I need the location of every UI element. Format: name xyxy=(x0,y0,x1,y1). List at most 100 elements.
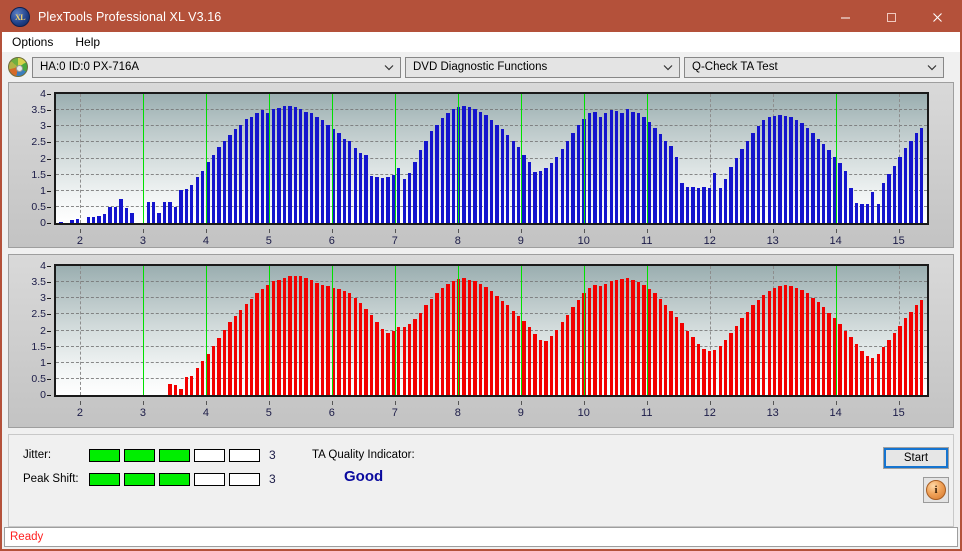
bar xyxy=(478,111,483,223)
bar xyxy=(751,133,755,223)
meter-segment xyxy=(159,472,190,486)
maximize-icon[interactable] xyxy=(868,2,914,32)
y-axis-tick xyxy=(47,142,51,144)
bar xyxy=(604,113,608,223)
bar xyxy=(451,109,455,223)
app-window: XL PlexTools Professional XL V3.16 Optio… xyxy=(0,0,962,551)
bar xyxy=(658,134,662,223)
test-select[interactable]: Q-Check TA Test xyxy=(684,56,944,78)
jitter-plot xyxy=(54,92,929,225)
bar xyxy=(674,316,679,395)
x-axis-tick xyxy=(898,229,900,233)
bar xyxy=(413,161,417,223)
start-button[interactable]: Start xyxy=(883,447,949,469)
bar xyxy=(544,340,548,395)
speed-marker-line xyxy=(268,266,270,395)
bar xyxy=(854,344,859,395)
bar xyxy=(250,298,254,395)
bar xyxy=(762,295,766,395)
drive-select[interactable]: HA:0 ID:0 PX-716A xyxy=(32,56,401,78)
speed-marker-line xyxy=(583,266,585,395)
bar xyxy=(173,206,178,223)
bar xyxy=(734,325,739,395)
bar xyxy=(555,329,559,395)
bar xyxy=(255,112,259,223)
x-axis-tick xyxy=(520,401,522,405)
peakshift-plot xyxy=(54,264,929,397)
x-axis-tick xyxy=(394,401,396,405)
bar xyxy=(484,114,488,223)
bar xyxy=(369,315,374,395)
bar xyxy=(168,202,172,223)
y-axis-tick xyxy=(47,110,51,112)
y-axis-tick xyxy=(47,174,51,176)
chevron-down-icon xyxy=(657,64,679,71)
y-axis-tick xyxy=(47,362,51,364)
meter-segment xyxy=(124,472,155,486)
x-axis-label: 7 xyxy=(391,235,398,247)
y-axis-label: 1 xyxy=(40,184,46,197)
y-axis-label: 2.5 xyxy=(31,308,46,321)
bar xyxy=(849,187,853,223)
speed-marker-line xyxy=(331,266,333,395)
info-button[interactable]: i xyxy=(923,477,949,503)
bar xyxy=(609,280,613,395)
x-axis-tick xyxy=(835,401,837,405)
bar xyxy=(489,119,494,223)
close-icon[interactable] xyxy=(914,2,960,32)
x-axis-label: 8 xyxy=(454,407,461,419)
meter-segment xyxy=(194,472,225,486)
bar xyxy=(402,178,406,223)
bar xyxy=(217,337,221,395)
bar xyxy=(424,140,428,223)
x-axis-label: 13 xyxy=(766,235,779,247)
bar-series xyxy=(56,94,927,223)
y-axis-label: 0 xyxy=(40,389,46,401)
bar xyxy=(489,291,494,395)
y-axis-label: 3.5 xyxy=(31,104,46,117)
y-axis-tick xyxy=(47,330,51,332)
bar xyxy=(271,281,276,395)
bar xyxy=(860,350,864,395)
bar xyxy=(304,278,308,395)
y-axis-label: 0 xyxy=(40,217,46,229)
bar xyxy=(342,291,346,395)
menu-item-options[interactable]: Options xyxy=(10,35,55,49)
x-axis-tick xyxy=(772,401,774,405)
bar xyxy=(783,285,788,395)
x-axis-label: 3 xyxy=(139,407,146,419)
bar xyxy=(522,155,526,223)
bar xyxy=(636,282,641,395)
bar xyxy=(871,357,875,395)
bar xyxy=(544,167,548,223)
bar xyxy=(380,328,385,395)
bar xyxy=(467,279,472,395)
bar xyxy=(408,173,412,223)
meter-segment xyxy=(124,448,155,462)
bar xyxy=(778,286,782,395)
speed-marker-line xyxy=(142,94,144,223)
x-axis-label: 10 xyxy=(577,407,590,419)
bar xyxy=(200,170,205,223)
x-axis-tick xyxy=(394,229,396,233)
x-axis-tick xyxy=(142,229,144,233)
bar xyxy=(70,219,74,223)
bar xyxy=(892,165,897,223)
bar xyxy=(255,293,259,395)
function-select[interactable]: DVD Diagnostic Functions xyxy=(405,56,680,78)
y-axis-tick xyxy=(47,378,51,380)
speed-marker-line xyxy=(457,94,459,223)
bar xyxy=(233,316,238,395)
menu-item-help[interactable]: Help xyxy=(73,35,102,49)
bar xyxy=(364,155,368,223)
minimize-icon[interactable] xyxy=(822,2,868,32)
bar xyxy=(97,215,101,223)
bar xyxy=(299,276,303,395)
bar xyxy=(260,288,265,395)
bar xyxy=(549,163,554,223)
bar xyxy=(794,119,799,223)
bar xyxy=(500,300,504,395)
test-select-value: Q-Check TA Test xyxy=(692,61,778,73)
x-axis-label: 14 xyxy=(829,235,842,247)
speed-marker-line xyxy=(835,266,837,395)
